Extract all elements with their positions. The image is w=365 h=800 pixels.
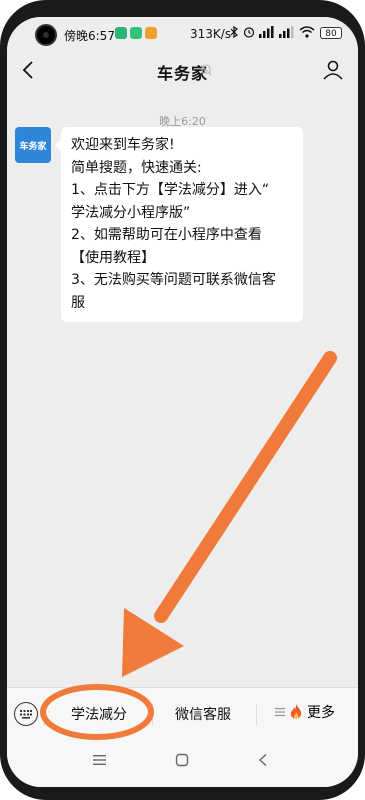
bell-mute-icon xyxy=(200,64,212,76)
app-notification-icon xyxy=(130,27,142,39)
screen: 傍晚6:57 313K/s 80 车务家 晚上6:20 车务家 欢迎来到车务家!… xyxy=(7,17,358,787)
status-indicators xyxy=(229,26,315,38)
more-label: 更多 xyxy=(307,705,335,721)
signal-icon xyxy=(279,26,294,38)
message-line: 学法减分小程序版” xyxy=(71,204,191,221)
home-square-icon[interactable] xyxy=(175,753,189,767)
menu-divider xyxy=(44,704,45,726)
system-nav-bar xyxy=(7,741,358,787)
keyboard-icon[interactable] xyxy=(14,702,38,726)
bottom-menu: 学法减分 微信客服 更多 xyxy=(7,687,358,742)
phone-frame: 傍晚6:57 313K/s 80 车务家 晚上6:20 车务家 欢迎来到车务家!… xyxy=(0,0,365,800)
fire-icon xyxy=(290,704,302,719)
message-line: 1、点击下方【学法减分】进入“ xyxy=(71,182,270,198)
keyboard-keys-icon xyxy=(20,710,32,719)
message-bubble[interactable]: 欢迎来到车务家! 简单搜题，快速通关: 1、点击下方【学法减分】进入“ 学法减分… xyxy=(55,127,303,322)
signal-icon xyxy=(259,26,274,38)
status-bar: 傍晚6:57 313K/s 80 xyxy=(7,17,358,51)
message-line: 服 xyxy=(71,294,85,311)
menu-divider xyxy=(256,704,257,726)
message-line: 3、无法购买等问题可联系微信客 xyxy=(71,272,276,288)
menu-item-wechat-service[interactable]: 微信客服 xyxy=(153,704,253,724)
hamburger-icon xyxy=(275,708,285,717)
status-time: 傍晚6:57 xyxy=(64,29,115,43)
person-icon[interactable] xyxy=(320,57,346,83)
bluetooth-icon xyxy=(230,26,238,38)
notification-icons xyxy=(115,27,157,39)
menu-item-more[interactable]: 更多 xyxy=(275,702,335,722)
message-line: 【使用教程】 xyxy=(71,249,155,266)
chat-header: 车务家 xyxy=(7,51,358,89)
front-camera xyxy=(35,24,57,46)
battery-indicator: 80 xyxy=(320,27,342,39)
avatar[interactable]: 车务家 xyxy=(15,127,51,163)
message-line: 简单搜题，快速通关: xyxy=(71,159,202,176)
network-speed: 313K/s xyxy=(190,27,232,41)
chat-title: 车务家 xyxy=(156,64,208,83)
wifi-icon xyxy=(299,26,315,38)
message-line: 欢迎来到车务家! xyxy=(71,137,175,153)
app-notification-icon xyxy=(115,27,127,39)
menu-item-xuefa-jianfen[interactable]: 学法减分 xyxy=(47,704,151,724)
menu-lines-icon[interactable] xyxy=(92,753,108,767)
message-line: 2、如需帮助可在小程序中查看 xyxy=(71,227,262,243)
back-triangle-icon[interactable] xyxy=(257,753,269,767)
alarm-icon xyxy=(243,27,255,38)
app-notification-icon xyxy=(145,27,157,39)
